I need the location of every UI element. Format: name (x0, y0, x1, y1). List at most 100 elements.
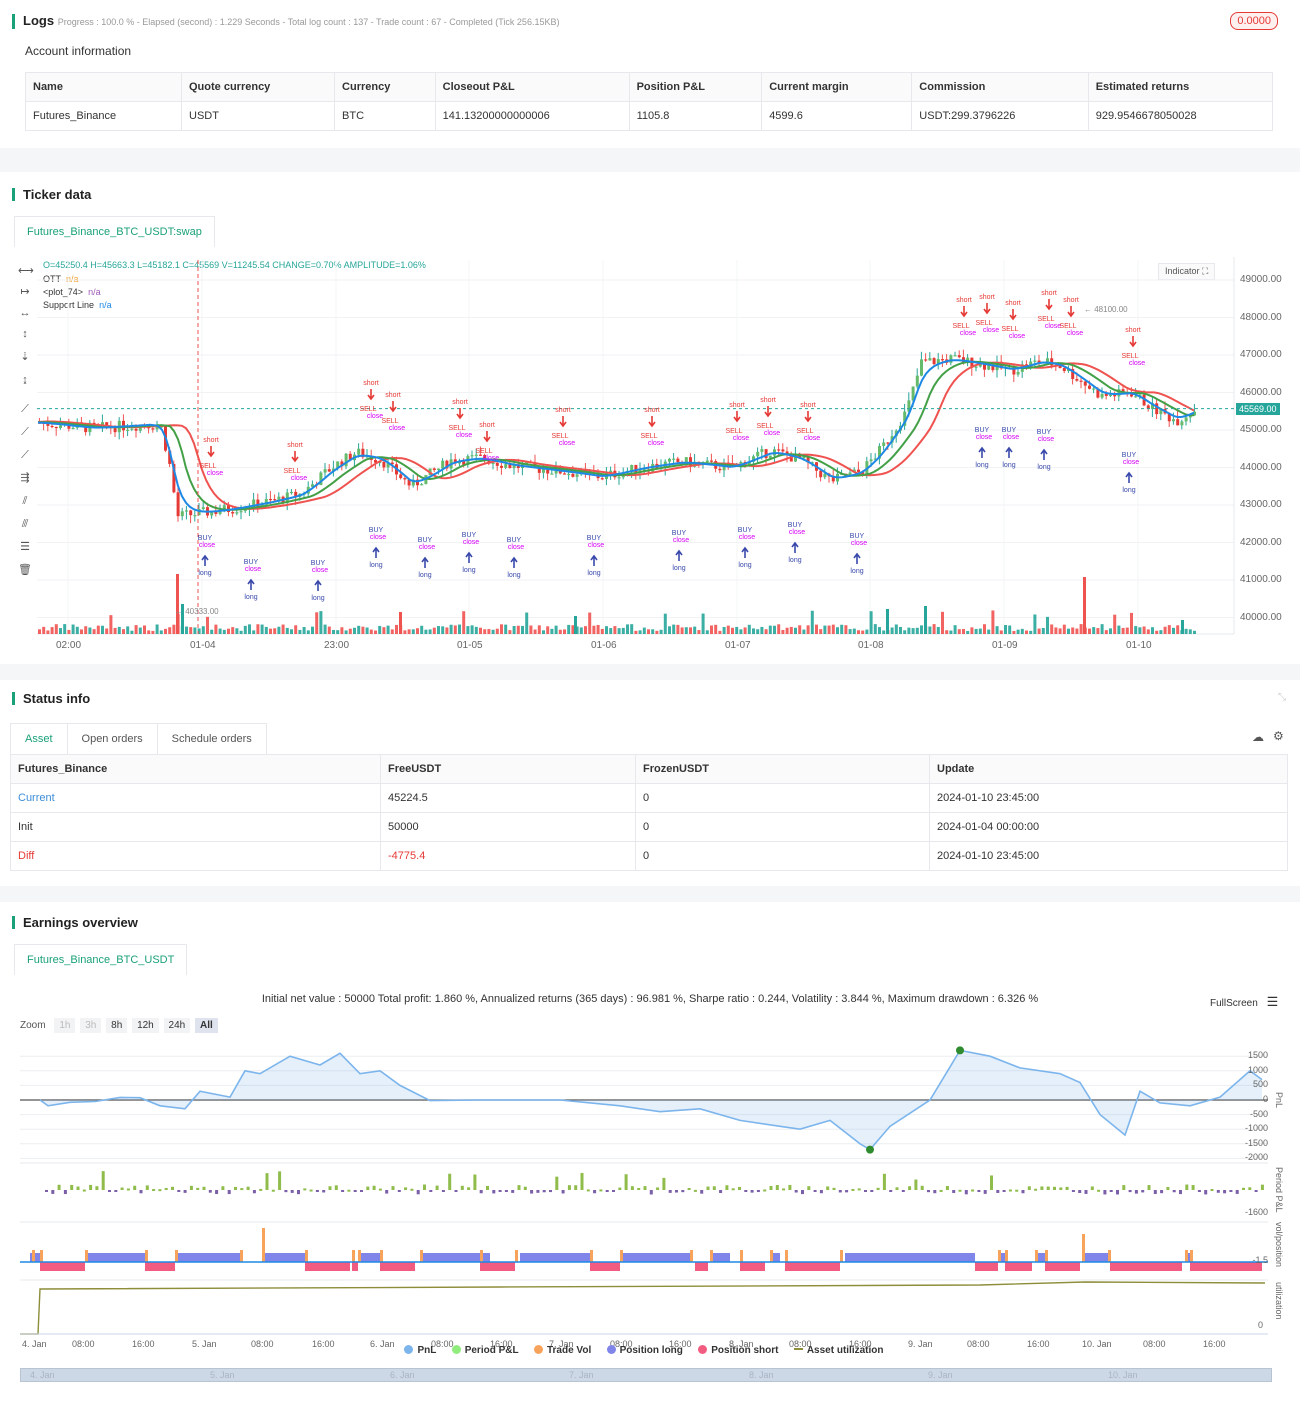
volume-bar (542, 630, 545, 634)
legend-period-pnl[interactable]: Period P&L (451, 1345, 519, 1356)
volume-bar (164, 628, 167, 634)
cloud-download-icon[interactable]: ☁ (1252, 730, 1264, 744)
earnings-chart[interactable] (0, 902, 1300, 1404)
volume-bar (500, 624, 503, 634)
period-pnl-bar (593, 1190, 597, 1194)
volume-bar (1037, 628, 1041, 634)
candle-body (185, 510, 188, 512)
col-name: Name (25, 72, 182, 102)
col-margin: Current margin (761, 72, 913, 102)
candle-body (739, 462, 743, 464)
position-short-bar (695, 1262, 708, 1271)
period-pnl-bar (101, 1171, 105, 1190)
short-arrow (983, 303, 991, 315)
ott-line-red (37, 361, 1195, 510)
pnl-tick: 1000 (1247, 1064, 1268, 1075)
volume-bar (1134, 626, 1138, 634)
volume-spike (176, 574, 179, 634)
period-pnl-bar (171, 1186, 174, 1190)
period-pnl-bar (1223, 1190, 1227, 1194)
candle-body (71, 427, 75, 430)
volume-bar (483, 629, 487, 634)
gear-icon[interactable]: ⚙ (1273, 729, 1284, 743)
table-row: Current 45224.5 0 2024-01-10 23:45:00 (10, 783, 1288, 813)
candle-body (1176, 419, 1180, 426)
volume-bar (479, 627, 482, 634)
period-pnl-bar (252, 1190, 256, 1194)
volume-bar (563, 629, 566, 634)
legend-asset-utilization[interactable]: Asset utilization (793, 1345, 884, 1356)
buy-label: BUY (672, 530, 687, 537)
period-pnl-bar (1103, 1190, 1107, 1195)
legend-trade-vol[interactable]: Trade Vol (533, 1345, 591, 1356)
period-pnl-bar (630, 1186, 634, 1190)
close-label: close (1003, 434, 1019, 441)
period-pnl-bar (637, 1188, 641, 1191)
trade-vol-bar (710, 1250, 713, 1262)
pnl-area (40, 1050, 1262, 1150)
position-short-bar (785, 1262, 840, 1271)
long-label: long (1122, 487, 1135, 494)
volume-bar (953, 625, 957, 634)
volume-bar (495, 628, 499, 634)
period-pnl-bar (1015, 1189, 1019, 1192)
period-pnl-bar (196, 1187, 200, 1190)
candlestick-chart[interactable]: shortSELLcloseshortSELLcloseshortSELLclo… (0, 172, 1300, 664)
volume-bar (470, 625, 474, 634)
period-pnl-bar (895, 1187, 899, 1190)
period-pnl-bar (177, 1190, 181, 1192)
legend-position-short[interactable]: Position short (698, 1345, 778, 1356)
volume-bar (1058, 628, 1062, 634)
candle-body (932, 358, 936, 365)
period-pnl-bar (303, 1188, 307, 1191)
period-pnl-bar (378, 1188, 382, 1191)
volume-bar (1159, 630, 1163, 634)
trade-vol-bar (770, 1250, 773, 1262)
volume-bar (75, 626, 79, 634)
volume-bar (159, 630, 163, 634)
sell-label: SELL (381, 418, 398, 425)
volume-bar (88, 627, 92, 634)
volume-bar (403, 630, 407, 634)
volume-bar (487, 629, 491, 634)
period-pnl-bar (95, 1186, 99, 1190)
volume-bar (336, 630, 340, 634)
collapse-icon[interactable]: ⤡ (1278, 692, 1286, 703)
candle-body (974, 366, 978, 368)
low-marker: ← 40333.00 (175, 607, 219, 616)
period-pnl-bar (939, 1189, 943, 1192)
period-pnl-bar (813, 1190, 817, 1192)
time-tick: 23:00 (324, 640, 350, 651)
pnl-axis-title: PnL (1274, 1092, 1284, 1109)
candle-body (273, 499, 277, 501)
candle-body (1075, 378, 1079, 381)
period-pnl-bar (945, 1185, 949, 1190)
period-pnl-bar (971, 1189, 975, 1192)
close-label: close (588, 542, 604, 549)
period-pnl-bar (731, 1188, 735, 1191)
volume-bar (126, 626, 130, 634)
volume-bar (227, 628, 230, 634)
navigator-bar[interactable] (20, 1368, 1272, 1382)
volume-bar (936, 626, 940, 634)
tab-open-orders[interactable]: Open orders (66, 723, 158, 754)
period-pnl-bar (782, 1188, 786, 1191)
period-pnl-bar (479, 1190, 483, 1194)
candle-body (823, 473, 827, 478)
volume-bar (1188, 629, 1192, 634)
volume-bar (684, 627, 688, 634)
tab-schedule-orders[interactable]: Schedule orders (156, 723, 267, 754)
legend-position-long[interactable]: Position long (606, 1345, 683, 1356)
volume-bar (878, 627, 881, 634)
tab-asset[interactable]: Asset (10, 723, 68, 754)
pnl-tick: -2000 (1244, 1152, 1268, 1163)
earnings-panel: Earnings overview Futures_Binance_BTC_US… (0, 902, 1300, 1404)
short-label: short (760, 397, 776, 404)
period-pnl-bar (416, 1190, 420, 1195)
util-tick: 0 (1258, 1320, 1264, 1330)
short-label: short (1063, 297, 1079, 304)
volume-bar (210, 629, 214, 634)
period-tick: -1600 (1244, 1207, 1268, 1217)
legend-pnl[interactable]: PnL (404, 1345, 436, 1356)
volume-bar (1050, 624, 1054, 634)
